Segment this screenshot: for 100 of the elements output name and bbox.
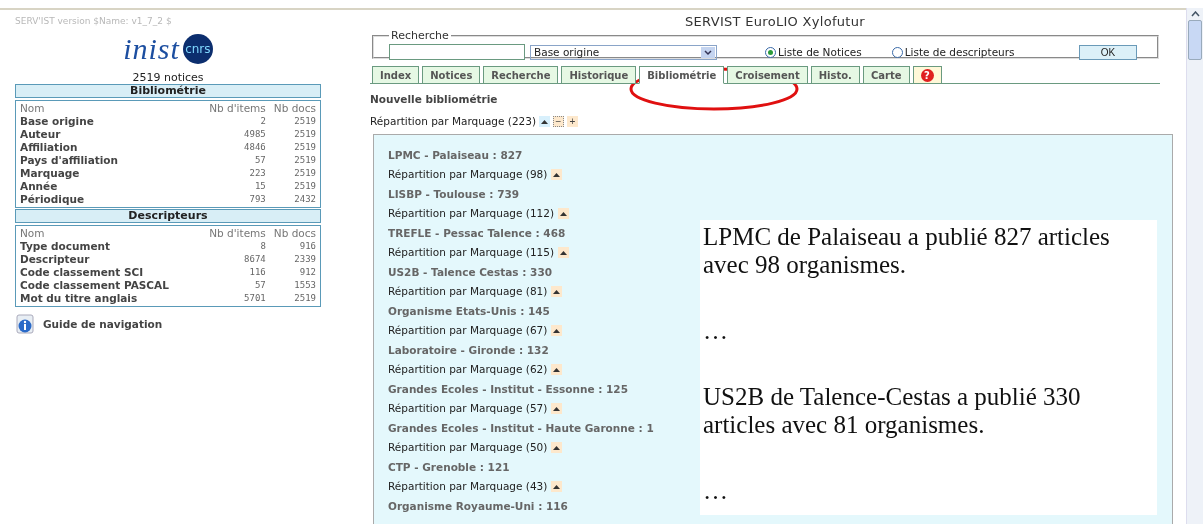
caret-icon[interactable] xyxy=(553,288,561,294)
annotation-text: US2B de Talence-Cestas a publié 330 articles avec 81 organismes. xyxy=(703,383,1082,439)
organization-entry: Laboratoire - Gironde : 132 xyxy=(388,343,549,356)
organization-entry: Grandes Ecoles - Institut - Haute Garonne : 1 xyxy=(388,421,654,434)
chevron-down-icon[interactable] xyxy=(701,46,715,58)
distribution-link[interactable]: Répartition par Marquage (50) xyxy=(388,441,548,454)
docs-count: 2339 xyxy=(293,253,316,266)
organization-entry: LISBP - Toulouse : 739 xyxy=(388,187,520,200)
docs-count: 2519 xyxy=(293,167,316,180)
minus-button[interactable]: − xyxy=(553,115,565,127)
items-count: 5701 xyxy=(243,292,266,305)
caret-icon[interactable] xyxy=(553,483,561,489)
section-header: Bibliométrie xyxy=(15,84,321,98)
row-name[interactable]: Mot du titre anglais xyxy=(20,292,202,305)
column-header: Nom xyxy=(20,102,46,115)
docs-count: 1553 xyxy=(293,279,316,292)
help-tab[interactable]: ? xyxy=(912,66,942,83)
caret-icon[interactable] xyxy=(553,171,561,177)
tab[interactable]: Index xyxy=(372,66,420,83)
organization-entry: US2B - Talence Cestas : 330 xyxy=(388,265,553,278)
tab[interactable]: Notices xyxy=(422,66,481,83)
distribution-link[interactable]: Répartition par Marquage (81) xyxy=(388,285,548,298)
caret-icon[interactable] xyxy=(553,444,561,450)
help-icon: ? xyxy=(920,68,934,82)
row-name[interactable]: Affiliation xyxy=(20,141,202,154)
items-count: 57 xyxy=(253,154,266,167)
items-count: 8674 xyxy=(243,253,266,266)
row-name[interactable]: Marquage xyxy=(20,167,202,180)
column-header: Nb d'items xyxy=(209,102,266,115)
section-header: Descripteurs xyxy=(15,209,321,223)
caret-icon[interactable] xyxy=(560,210,568,216)
column-header: Nb d'items xyxy=(209,227,266,240)
tab[interactable]: Histo. xyxy=(810,66,860,83)
docs-count: 2519 xyxy=(293,292,316,305)
caret-icon[interactable] xyxy=(553,405,561,411)
distribution-link[interactable]: Répartition par Marquage (115) xyxy=(388,246,555,259)
row-name[interactable]: Année xyxy=(20,180,202,193)
caret-icon[interactable] xyxy=(541,118,549,124)
plus-button[interactable]: + xyxy=(567,115,579,127)
tab[interactable]: Croisement xyxy=(727,66,808,83)
annotation-text: … xyxy=(703,317,729,345)
distribution-link[interactable]: Répartition par Marquage (67) xyxy=(388,324,548,337)
section-heading: Nouvelle bibliométrie xyxy=(370,93,499,105)
docs-count: 916 xyxy=(298,240,316,253)
organization-entry: Grandes Ecoles - Institut - Essonne : 125 xyxy=(388,382,628,395)
distribution-link[interactable]: Répartition par Marquage (57) xyxy=(388,402,548,415)
row-name[interactable]: Pays d'affiliation xyxy=(20,154,202,167)
logo-text: inist xyxy=(123,32,180,66)
radio-option[interactable]: Liste de descripteurs xyxy=(891,46,1015,58)
row-name[interactable]: Base origine xyxy=(20,115,202,128)
items-count: 116 xyxy=(248,266,266,279)
row-name[interactable]: Type document xyxy=(20,240,202,253)
scrollbar[interactable] xyxy=(1186,8,1203,524)
notice-count: 2519 notices xyxy=(131,71,205,84)
distribution-link[interactable]: Répartition par Marquage (98) xyxy=(388,168,548,181)
tab[interactable]: Bibliométrie xyxy=(639,66,725,84)
tab[interactable]: Carte xyxy=(862,66,910,83)
tab[interactable]: Historique xyxy=(561,66,637,83)
caret-icon[interactable] xyxy=(553,366,561,372)
caret-icon[interactable] xyxy=(560,249,568,255)
docs-count: 2432 xyxy=(293,193,316,206)
items-count: 793 xyxy=(248,193,266,206)
row-name[interactable]: Auteur xyxy=(20,128,202,141)
organization-entry: Organisme Royaume-Uni : 116 xyxy=(388,499,568,512)
distribution-label: Répartition par Marquage (223) xyxy=(370,115,537,127)
scroll-thumb[interactable] xyxy=(1188,20,1202,60)
row-name[interactable]: Descripteur xyxy=(20,253,202,266)
window-title: SERVIST EuroLIO Xylofutur xyxy=(684,14,866,29)
group-legend: Recherche xyxy=(389,29,451,42)
items-count: 8 xyxy=(259,240,266,253)
column-header: Nb docs xyxy=(273,102,316,115)
guide-link[interactable]: Guide de navigation xyxy=(15,314,321,334)
distribution-link[interactable]: Répartition par Marquage (62) xyxy=(388,363,548,376)
items-count: 2 xyxy=(259,115,266,128)
items-count: 15 xyxy=(253,180,266,193)
ok-button[interactable]: OK xyxy=(1079,44,1137,60)
row-name[interactable]: Code classement SCI xyxy=(20,266,202,279)
organization-entry: CTP - Grenoble : 121 xyxy=(388,460,510,473)
base-select[interactable]: Base origine xyxy=(530,44,717,60)
row-name[interactable]: Périodique xyxy=(20,193,202,206)
version-note: SERV'IST version $Name: v1_7_2 $ xyxy=(15,16,173,28)
items-count: 4846 xyxy=(243,141,266,154)
column-header: Nom xyxy=(20,227,46,240)
docs-count: 912 xyxy=(298,266,316,279)
search-field[interactable] xyxy=(389,44,525,60)
annotation-text: … xyxy=(703,477,729,505)
docs-count: 2519 xyxy=(293,180,316,193)
row-name[interactable]: Code classement PASCAL xyxy=(20,279,202,292)
organization-entry: Organisme Etats-Unis : 145 xyxy=(388,304,550,317)
tab[interactable]: Recherche xyxy=(483,66,559,83)
radio-option[interactable]: Liste de Notices xyxy=(765,46,862,58)
items-count: 57 xyxy=(253,279,266,292)
annotation-text: LPMC de Palaiseau a publié 827 articles avec 98 organismes. xyxy=(703,223,1111,279)
distribution-link[interactable]: Répartition par Marquage (43) xyxy=(388,480,548,493)
docs-count: 2519 xyxy=(293,141,316,154)
distribution-link[interactable]: Répartition par Marquage (112) xyxy=(388,207,555,220)
caret-icon[interactable] xyxy=(553,327,561,333)
docs-count: 2519 xyxy=(293,154,316,167)
organization-entry: TREFLE - Pessac Talence : 468 xyxy=(388,226,566,239)
items-count: 4985 xyxy=(243,128,266,141)
